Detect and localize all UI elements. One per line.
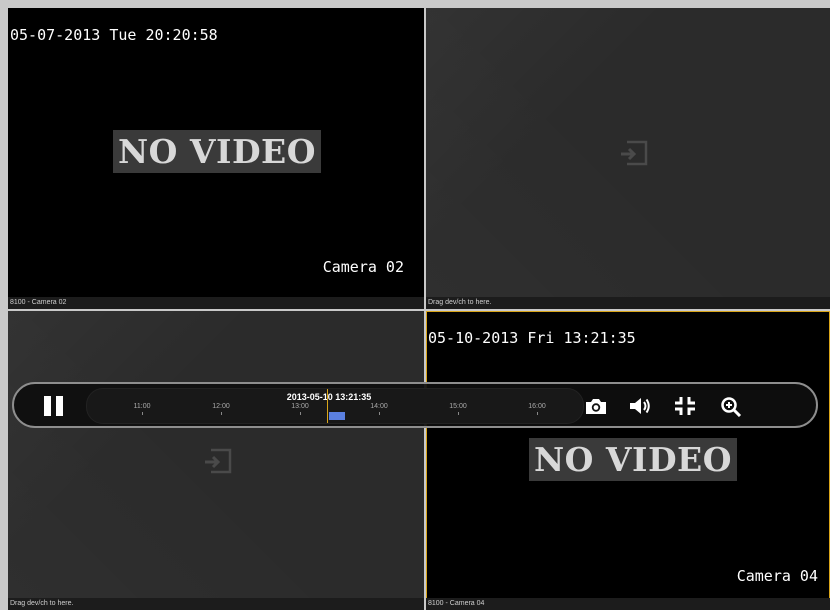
camera-icon[interactable] [584,395,608,417]
exit-fullscreen-icon[interactable] [673,395,697,417]
tick-label: 11:00 [133,403,151,410]
osd-camera-name: Camera 04 [736,567,818,585]
osd-timestamp: 05-07-2013 Tue 20:20:58 [10,26,218,44]
current-time-label: 2013-05-10 13:21:35 [286,392,372,402]
tile-footer: Drag dev/ch to here. [8,598,424,610]
osd-timestamp: 05-10-2013 Fri 13:21:35 [428,329,636,347]
tick-label: 14:00 [370,403,388,410]
osd-camera-name: Camera 02 [322,258,404,276]
tick-mark [458,412,459,415]
playback-toolbar: 2013-05-10 13:21:35 11:00 12:00 13:00 14… [12,382,818,428]
tick-mark [221,412,222,415]
speaker-icon[interactable] [628,395,652,417]
video-tile-empty-top-right[interactable]: Drag dev/ch to here. [426,8,830,309]
video-tile-empty-bottom-left[interactable]: Drag dev/ch to here. [8,311,424,610]
drop-target-icon [621,140,648,166]
video-tile-camera-02[interactable]: 05-07-2013 Tue 20:20:58 NO VIDEO Camera … [8,8,424,309]
pause-icon-bar [56,396,63,416]
timeline-scrubber[interactable]: 2013-05-10 13:21:35 11:00 12:00 13:00 14… [86,388,584,424]
tile-footer: 8100 - Camera 04 [426,598,830,610]
pause-button[interactable] [44,396,66,416]
no-video-label: NO VIDEO [529,438,737,481]
tile-footer: 8100 - Camera 02 [8,297,424,309]
tick-label: 16:00 [528,403,546,410]
playhead-line[interactable] [327,389,328,423]
tick-mark [300,412,301,415]
pause-icon [44,396,51,416]
tick-label: 12:00 [212,403,230,410]
tick-label: 13:00 [291,403,309,410]
tick-mark [379,412,380,415]
zoom-in-icon[interactable] [719,395,743,417]
no-video-label: NO VIDEO [113,130,321,173]
tick-mark [537,412,538,415]
drop-target-icon [205,448,232,474]
video-tile-camera-04[interactable]: 05-10-2013 Fri 13:21:35 NO VIDEO Camera … [426,311,830,610]
tick-label: 15:00 [449,403,467,410]
video-grid: 05-07-2013 Tue 20:20:58 NO VIDEO Camera … [8,8,830,610]
tile-footer: Drag dev/ch to here. [426,297,830,309]
tick-mark [142,412,143,415]
recording-segment[interactable] [329,412,345,420]
